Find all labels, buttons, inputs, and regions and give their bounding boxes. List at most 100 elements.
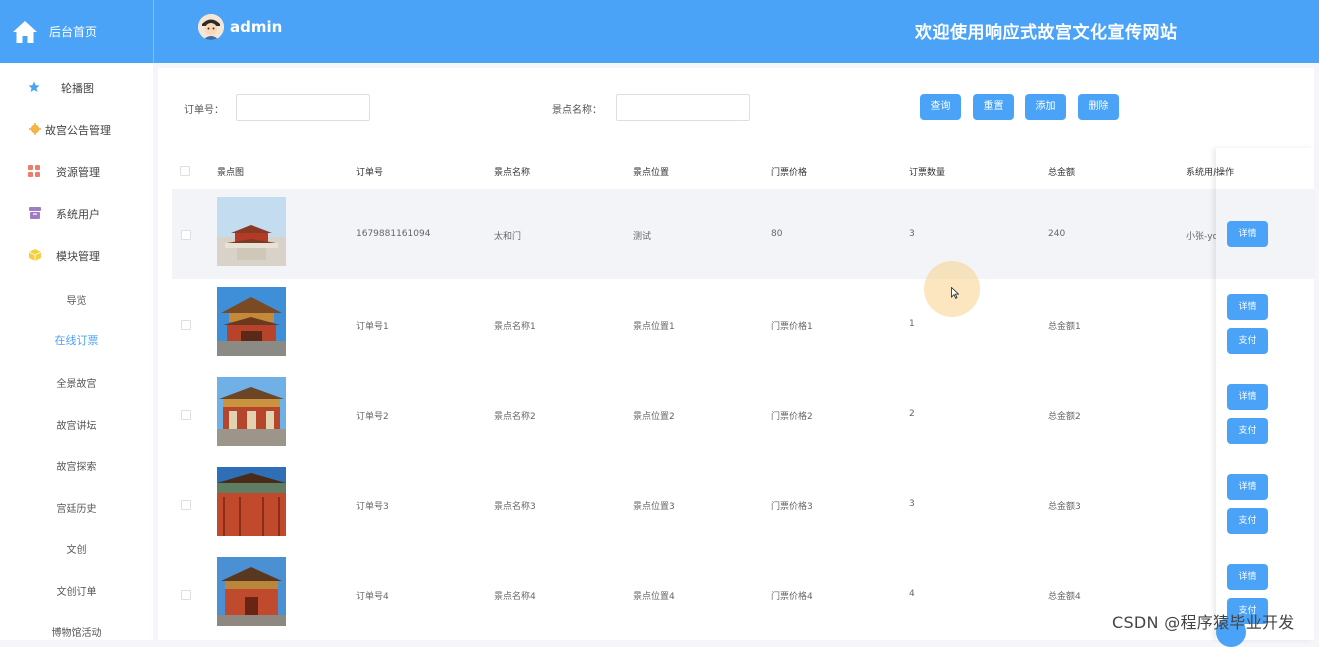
row-checkbox[interactable] xyxy=(181,320,191,330)
avatar xyxy=(198,14,224,40)
mouse-cursor-icon xyxy=(951,287,959,299)
delete-button[interactable]: 删除 xyxy=(1078,94,1119,120)
gear-icon xyxy=(29,123,41,135)
total-amount-cell: 总金额2 xyxy=(1048,412,1081,422)
spot-name-cell: 景点名称3 xyxy=(494,502,536,512)
grid-icon xyxy=(28,165,40,177)
column-header: 景点名称 xyxy=(494,168,531,178)
order-number-cell: 订单号2 xyxy=(356,412,389,422)
total-amount-cell: 总金额4 xyxy=(1048,592,1081,602)
sidebar-item-label: 模块管理 xyxy=(56,250,100,263)
sidebar-subitem-creative[interactable]: 文创 xyxy=(0,541,153,556)
row-checkbox[interactable] xyxy=(181,410,191,420)
main-panel: 订单号： 景点名称： 查询 重置 添加 删除 景点图 订单号 景点名称 景点位置… xyxy=(158,68,1314,640)
ticket-quantity-cell: 2 xyxy=(909,409,915,419)
top-header: 后台首页 admin 欢迎使用响应式故宫文化宣传网站 xyxy=(0,0,1319,63)
home-label: 后台首页 xyxy=(49,25,98,39)
spot-image xyxy=(217,197,286,266)
total-amount-cell: 240 xyxy=(1048,229,1066,239)
sidebar-item-label: 故宫公告管理 xyxy=(45,124,111,137)
sidebar-subitem-explore[interactable]: 故宫探索 xyxy=(0,458,153,473)
sidebar-subitem-history[interactable]: 宫廷历史 xyxy=(0,500,153,515)
ticket-quantity-cell: 3 xyxy=(909,229,915,239)
operations-column: 操作 详情 详情 支付 详情 支付 详情 支付 详情 支付 xyxy=(1216,148,1314,640)
order-number-cell: 订单号1 xyxy=(356,322,389,332)
spot-image xyxy=(217,557,286,626)
user-box-icon xyxy=(29,207,41,219)
spot-name-label: 景点名称： xyxy=(552,105,602,116)
detail-button[interactable]: 详情 xyxy=(1227,564,1268,590)
sidebar-item-carousel[interactable]: 轮播图 xyxy=(0,72,153,102)
spot-image xyxy=(217,467,286,536)
add-button[interactable]: 添加 xyxy=(1025,94,1066,120)
column-header: 景点位置 xyxy=(633,168,670,178)
sidebar-subitem-panorama[interactable]: 全景故宫 xyxy=(0,375,153,390)
system-user-cell: 小张-yo xyxy=(1186,232,1218,242)
ticket-quantity-cell: 4 xyxy=(909,589,915,599)
spot-image xyxy=(217,287,286,356)
row-checkbox[interactable] xyxy=(181,500,191,510)
column-header: 门票价格 xyxy=(771,168,808,178)
ticket-quantity-cell: 1 xyxy=(909,319,915,329)
sidebar-subitem-museum-events[interactable]: 博物馆活动 xyxy=(0,624,153,639)
order-number-cell: 订单号3 xyxy=(356,502,389,512)
table-row[interactable]: 订单号3 景点名称3 景点位置3 门票价格3 3 总金额3 xyxy=(172,459,1300,549)
username: admin xyxy=(230,18,283,36)
sidebar-subitem-online-booking[interactable]: 在线订票 xyxy=(0,332,153,348)
sidebar-item-modules[interactable]: 模块管理 xyxy=(0,240,153,270)
order-number-cell: 订单号4 xyxy=(356,592,389,602)
home-icon xyxy=(13,20,37,43)
sidebar-item-label: 资源管理 xyxy=(56,166,100,179)
spot-name-cell: 景点名称2 xyxy=(494,412,536,422)
column-header: 总金额 xyxy=(1048,168,1076,178)
star-icon xyxy=(28,81,40,92)
select-all-checkbox[interactable] xyxy=(180,166,190,176)
column-header: 订单号 xyxy=(356,168,384,178)
sidebar-subitem-lectures[interactable]: 故宫讲坛 xyxy=(0,417,153,432)
spot-location-cell: 景点位置1 xyxy=(633,322,675,332)
column-header: 景点图 xyxy=(217,168,245,178)
total-amount-cell: 总金额1 xyxy=(1048,322,1081,332)
cube-icon xyxy=(29,249,41,261)
pay-button[interactable]: 支付 xyxy=(1227,508,1268,534)
table-row[interactable]: 订单号1 景点名称1 景点位置1 门票价格1 1 总金额1 xyxy=(172,279,1300,369)
pay-button[interactable]: 支付 xyxy=(1227,328,1268,354)
column-header: 订票数量 xyxy=(909,168,946,178)
sidebar-item-announcements[interactable]: 故宫公告管理 xyxy=(0,114,153,144)
order-number-label: 订单号： xyxy=(184,105,224,116)
spot-name-input[interactable] xyxy=(616,94,750,121)
row-checkbox[interactable] xyxy=(181,230,191,240)
detail-button[interactable]: 详情 xyxy=(1227,474,1268,500)
spot-location-cell: 景点位置2 xyxy=(633,412,675,422)
detail-button[interactable]: 详情 xyxy=(1227,384,1268,410)
order-number-cell: 1679881161094 xyxy=(356,229,431,239)
row-checkbox[interactable] xyxy=(181,590,191,600)
watermark: CSDN @程序猿毕业开发 xyxy=(1112,613,1295,632)
sidebar-subitem-creative-orders[interactable]: 文创订单 xyxy=(0,583,153,598)
ticket-price-cell: 门票价格1 xyxy=(771,322,813,332)
sidebar-subitem-guide[interactable]: 导览 xyxy=(0,292,153,307)
order-number-input[interactable] xyxy=(236,94,370,121)
spot-location-cell: 测试 xyxy=(633,232,652,242)
spot-name-cell: 景点名称1 xyxy=(494,322,536,332)
sidebar-item-label: 轮播图 xyxy=(61,82,94,95)
table-row[interactable]: 1679881161094 太和门 测试 80 3 240 小张-yo xyxy=(172,189,1300,279)
reset-button[interactable]: 重置 xyxy=(973,94,1014,120)
table-row[interactable]: 订单号2 景点名称2 景点位置2 门票价格2 2 总金额2 xyxy=(172,369,1300,459)
site-title: 欢迎使用响应式故宫文化宣传网站 xyxy=(915,23,1178,43)
ticket-quantity-cell: 3 xyxy=(909,499,915,509)
column-header: 操作 xyxy=(1216,168,1235,178)
table-header: 景点图 订单号 景点名称 景点位置 门票价格 订票数量 总金额 系统用户 xyxy=(172,156,1300,187)
detail-button[interactable]: 详情 xyxy=(1227,221,1268,247)
sidebar-item-resources[interactable]: 资源管理 xyxy=(0,156,153,186)
sidebar-item-system-users[interactable]: 系统用户 xyxy=(0,198,153,228)
spot-name-cell: 太和门 xyxy=(494,232,522,242)
sidebar: 轮播图 故宫公告管理 资源管理 系统用户 模块管理 导览 在线订票 全景故宫 故… xyxy=(0,63,153,640)
sidebar-item-label: 系统用户 xyxy=(56,208,100,221)
home-link[interactable]: 后台首页 xyxy=(0,0,154,63)
user-menu[interactable]: admin xyxy=(198,14,282,40)
query-button[interactable]: 查询 xyxy=(920,94,961,120)
detail-button[interactable]: 详情 xyxy=(1227,294,1268,320)
spot-location-cell: 景点位置3 xyxy=(633,502,675,512)
pay-button[interactable]: 支付 xyxy=(1227,418,1268,444)
